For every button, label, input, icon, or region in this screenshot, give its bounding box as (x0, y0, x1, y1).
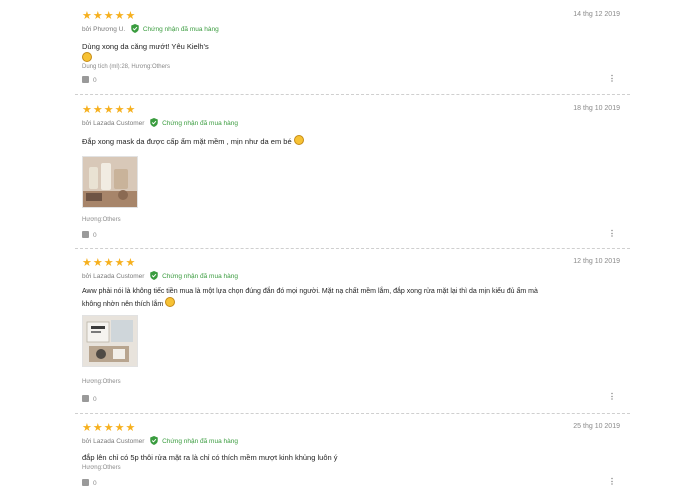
review-divider (75, 248, 630, 249)
review-author: bởi Phương U. (82, 26, 126, 33)
review-text-line: Aww phải nói là không tiếc tiền mua là m… (82, 288, 538, 295)
review-author: bởi Lazada Customer (82, 438, 145, 445)
verified-purchase-label: Chứng nhận đã mua hàng (162, 273, 238, 280)
verified-shield-icon (150, 271, 158, 280)
review-photo[interactable] (82, 315, 138, 367)
like-button[interactable]: 0 (82, 395, 97, 403)
more-options-icon[interactable]: ⋮ (608, 74, 616, 83)
thumbs-up-icon (82, 76, 89, 83)
verified-purchase-label: Chứng nhận đã mua hàng (162, 120, 238, 127)
thumbs-up-icon (82, 395, 89, 402)
like-button[interactable]: 0 (82, 231, 97, 239)
thumbs-up-icon (82, 231, 89, 238)
review-text-line: Dùng xong da căng mướt! Yêu Kielh's (82, 42, 209, 51)
review-text: Đắp xong mask da được cấp ẩm mặt mềm , m… (82, 135, 304, 147)
verified-purchase-label: Chứng nhận đã mua hàng (142, 26, 219, 33)
like-button[interactable]: 0 (82, 76, 97, 84)
review-card: ★★★★★ 12 thg 10 2019 bởi Lazada Customer… (75, 257, 630, 407)
review-author: bởi Lazada Customer (82, 273, 145, 280)
like-button[interactable]: 0 (82, 479, 97, 487)
review-author: bởi Lazada Customer (82, 120, 145, 127)
review-divider (75, 94, 630, 95)
review-date: 18 thg 10 2019 (573, 105, 620, 112)
review-text: Dùng xong da căng mướt! Yêu Kielh's (82, 41, 209, 64)
verified-shield-icon (150, 436, 158, 445)
thumbs-up-icon (82, 479, 89, 486)
review-meta: bởi Lazada Customer Chứng nhận đã mua hà… (82, 271, 238, 280)
product-photo-image (83, 157, 137, 207)
verified-purchase-label: Chứng nhận đã mua hàng (162, 438, 238, 445)
review-card: ★★★★★ 25 thg 10 2019 bởi Lazada Customer… (75, 422, 630, 500)
like-count: 0 (93, 77, 97, 84)
review-variant: Hương:Others (82, 217, 121, 223)
more-options-icon[interactable]: ⋮ (608, 392, 616, 401)
review-list: ★★★★★ 14 thg 12 2019 bởi Phương U. Chứng… (0, 0, 700, 500)
review-card: ★★★★★ 18 thg 10 2019 bởi Lazada Customer… (75, 104, 630, 249)
more-options-icon[interactable]: ⋮ (608, 229, 616, 238)
review-variant: Hương:Others (82, 465, 121, 471)
review-variant: Dung tích (ml):28, Hương:Others (82, 64, 170, 70)
star-rating: ★★★★★ (82, 10, 137, 22)
review-meta: bởi Lazada Customer Chứng nhận đã mua hà… (82, 436, 238, 445)
review-divider (75, 413, 630, 414)
more-options-icon[interactable]: ⋮ (608, 477, 616, 486)
review-text-line: Đắp xong mask da được cấp ẩm mặt mềm , m… (82, 137, 292, 146)
review-photo[interactable] (82, 156, 138, 208)
like-count: 0 (93, 396, 97, 403)
like-count: 0 (93, 232, 97, 239)
smiley-emoji-icon (293, 135, 304, 145)
star-rating: ★★★★★ (82, 257, 137, 269)
star-rating: ★★★★★ (82, 104, 137, 116)
review-variant: Hương:Others (82, 379, 121, 385)
product-photo-image (83, 316, 137, 366)
review-text-line: đắp lên chỉ có 5p thôi rửa mặt ra là chỉ… (82, 453, 338, 462)
review-meta: bởi Phương U. Chứng nhận đã mua hàng (82, 24, 219, 33)
verified-shield-icon (131, 24, 139, 33)
like-count: 0 (93, 480, 97, 487)
review-date: 12 thg 10 2019 (573, 258, 620, 265)
review-text: đắp lên chỉ có 5p thôi rửa mặt ra là chỉ… (82, 452, 338, 463)
review-meta: bởi Lazada Customer Chứng nhận đã mua hà… (82, 118, 238, 127)
smiley-emoji-icon (82, 52, 92, 62)
review-date: 25 thg 10 2019 (573, 423, 620, 430)
star-rating: ★★★★★ (82, 422, 137, 434)
review-text: Aww phải nói là không tiếc tiền mua là m… (82, 286, 627, 310)
review-text-line: không nhờn nên thích lắm (82, 301, 164, 308)
review-date: 14 thg 12 2019 (573, 11, 620, 18)
heart-eyes-emoji-icon (165, 297, 176, 307)
review-card: ★★★★★ 14 thg 12 2019 bởi Phương U. Chứng… (75, 10, 630, 90)
verified-shield-icon (150, 118, 158, 127)
